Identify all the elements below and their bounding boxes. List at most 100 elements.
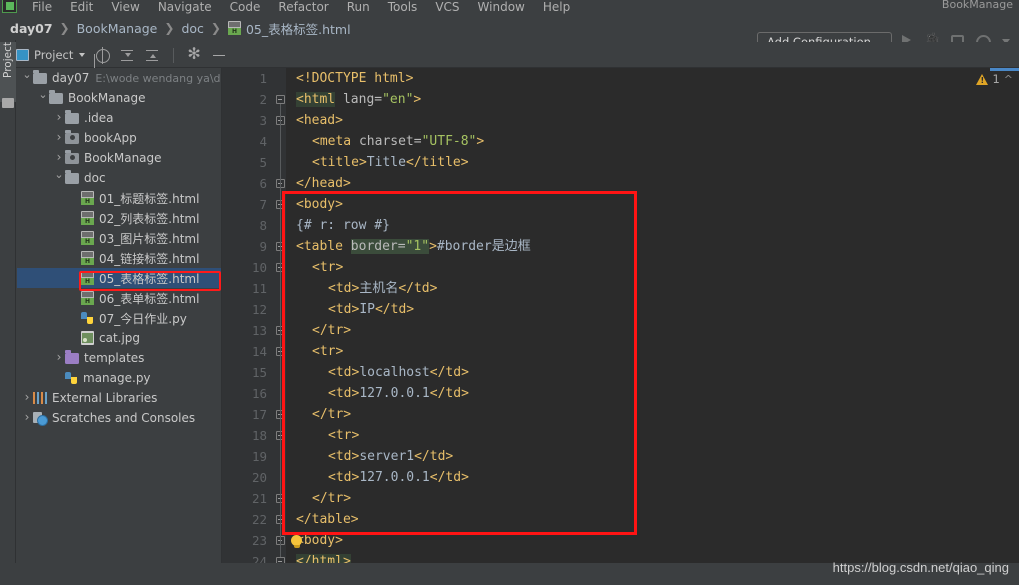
line-number: 7 (259, 197, 267, 212)
code-token: <tr> (312, 260, 344, 275)
tree-node[interactable]: 03_图片标签.html (17, 228, 221, 248)
tree-node[interactable]: 04_链接标签.html (17, 248, 221, 268)
line-number: 14 (251, 344, 267, 359)
chevron-down-icon[interactable] (21, 68, 33, 89)
structure-icon[interactable] (2, 98, 14, 108)
tree-node[interactable]: External Libraries (17, 388, 221, 408)
line-number: 12 (251, 302, 267, 317)
menu-item-help[interactable]: Help (543, 0, 570, 14)
minimize-icon[interactable] (212, 48, 227, 63)
code-line[interactable]: <td>localhost</td> (286, 362, 1019, 383)
menu-item-file[interactable]: File (32, 0, 52, 14)
inspection-widget[interactable]: 1 ^ (976, 72, 1013, 86)
code-line[interactable]: {# r: row #} (286, 215, 1019, 236)
code-line[interactable]: <table border="1">#border是边框 (286, 236, 1019, 257)
code-line[interactable]: <body> (286, 530, 1019, 551)
chevron-right-icon[interactable] (21, 387, 33, 409)
menu-item-run[interactable]: Run (347, 0, 370, 14)
breadcrumb-root[interactable]: day07 (6, 21, 57, 36)
tree-node-label: .idea (84, 111, 114, 125)
tree-node[interactable]: Scratches and Consoles (17, 408, 221, 428)
tree-node[interactable]: day07 E:\wode wendang ya\d (17, 68, 221, 88)
code-line[interactable]: <tr> (286, 425, 1019, 446)
intention-bulb-icon[interactable] (290, 534, 303, 549)
tool-window-button-project[interactable]: Project (0, 42, 16, 102)
code-line[interactable]: <title>Title</title> (286, 152, 1019, 173)
code-line[interactable]: <td>IP</td> (286, 299, 1019, 320)
menu-item-tools[interactable]: Tools (388, 0, 418, 14)
tree-node[interactable]: 05_表格标签.html (17, 268, 221, 288)
tree-node[interactable]: BookManage (17, 148, 221, 168)
breadcrumb[interactable]: day07 ❯ BookManage ❯ doc ❯ 05_表格标签.html (0, 19, 355, 38)
fold-guide-line (279, 125, 281, 179)
chevron-right-icon[interactable] (21, 407, 33, 429)
code-token: </td> (414, 449, 454, 464)
breadcrumb-item-bookmanage[interactable]: BookManage (73, 21, 162, 36)
chevron-up-icon[interactable]: ^ (1004, 73, 1013, 86)
target-icon[interactable] (95, 46, 111, 64)
tree-node[interactable]: manage.py (17, 368, 221, 388)
code-line[interactable]: </tr> (286, 488, 1019, 509)
code-line[interactable]: </tr> (286, 404, 1019, 425)
tree-node[interactable]: cat.jpg (17, 328, 221, 348)
code-line[interactable]: <meta charset="UTF-8"> (286, 131, 1019, 152)
menu-item-window[interactable]: Window (478, 0, 525, 14)
code-line[interactable]: <body> (286, 194, 1019, 215)
tree-node[interactable]: bookApp (17, 128, 221, 148)
folder-icon (65, 110, 79, 124)
project-view-selector[interactable]: Project (16, 48, 86, 62)
tree-node[interactable]: .idea (17, 108, 221, 128)
tree-node[interactable]: 02_列表标签.html (17, 208, 221, 228)
code-token: server1 (359, 449, 415, 464)
code-line[interactable]: <tr> (286, 341, 1019, 362)
menu-item-code[interactable]: Code (230, 0, 261, 14)
project-tree[interactable]: day07 E:\wode wendang ya\d BookManage .idea… (17, 68, 222, 585)
chevron-right-icon[interactable] (53, 107, 65, 129)
code-editor[interactable]: 1 2 3 4 5 6 7 8 9 10 11 12 13 14 15 16 17 18 19 20 21 22 23 24 … (222, 68, 1019, 585)
line-number: 1 (259, 71, 267, 86)
line-number: 3 (259, 113, 267, 128)
tree-node[interactable]: templates (17, 348, 221, 368)
breadcrumb-item-file[interactable]: 05_表格标签.html (224, 19, 355, 38)
code-token: "1" (405, 239, 430, 254)
menu-item-vcs[interactable]: VCS (435, 0, 459, 14)
tree-node[interactable]: 01_标题标签.html (17, 188, 221, 208)
tree-node[interactable]: doc (17, 168, 221, 188)
code-folding-gutter[interactable] (274, 68, 286, 585)
code-line[interactable]: <head> (286, 110, 1019, 131)
html-file-icon (227, 21, 241, 35)
code-line[interactable]: </head> (286, 173, 1019, 194)
menu-items[interactable]: File Edit View Navigate Code Refactor Run Tools… (0, 0, 1019, 14)
chevron-right-icon[interactable] (53, 147, 65, 169)
warning-icon (976, 73, 989, 85)
breadcrumb-item-doc[interactable]: doc (177, 21, 207, 36)
menu-item-edit[interactable]: Edit (70, 0, 93, 14)
image-file-icon (81, 331, 94, 345)
code-line[interactable]: </table> (286, 509, 1019, 530)
menu-item-refactor[interactable]: Refactor (278, 0, 328, 14)
code-line[interactable]: </tr> (286, 320, 1019, 341)
tree-node[interactable]: 06_表单标签.html (17, 288, 221, 308)
menu-item-view[interactable]: View (111, 0, 139, 14)
chevron-down-icon[interactable] (53, 168, 65, 189)
tree-node[interactable]: BookManage (17, 88, 221, 108)
code-line[interactable]: <td>主机名</td> (286, 278, 1019, 299)
code-line[interactable]: <html lang="en"> (286, 89, 1019, 110)
chevron-down-icon[interactable] (37, 88, 49, 109)
tree-node[interactable]: 07_今日作业.py (17, 308, 221, 328)
code-token: <td> (328, 449, 360, 464)
collapse-all-icon[interactable] (120, 48, 135, 63)
gear-icon[interactable] (187, 45, 202, 63)
code-line[interactable]: <td>server1</td> (286, 446, 1019, 467)
code-line[interactable]: <tr> (286, 257, 1019, 278)
code-line[interactable]: <td>127.0.0.1</td> (286, 383, 1019, 404)
chevron-right-icon[interactable] (53, 347, 65, 369)
fold-marker[interactable] (275, 95, 285, 104)
chevron-right-icon[interactable] (53, 127, 65, 149)
expand-all-icon[interactable] (145, 48, 160, 63)
menu-item-navigate[interactable]: Navigate (158, 0, 212, 14)
line-number: 6 (259, 176, 267, 191)
code-content[interactable]: <!DOCTYPE html> <html lang="en"> <head> <me… (286, 68, 1019, 585)
code-line[interactable]: <!DOCTYPE html> (286, 68, 1019, 89)
code-line[interactable]: <td>127.0.0.1</td> (286, 467, 1019, 488)
